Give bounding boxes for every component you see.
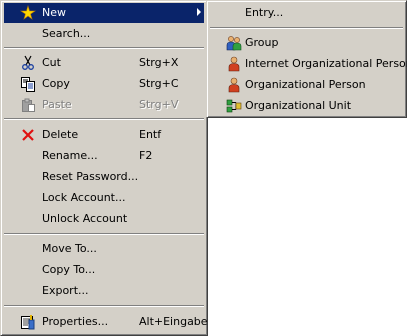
- menu-item-label: Export...: [42, 284, 89, 297]
- menu-item-reset-password[interactable]: Reset Password...: [4, 167, 204, 187]
- menu-separator: [210, 27, 403, 29]
- menu-item-label: Organizational Person: [245, 78, 366, 91]
- submenu-item-entry[interactable]: Entry...: [210, 3, 403, 23]
- shortcut-label: Entf: [139, 128, 162, 141]
- menu-item-label: Group: [245, 36, 279, 49]
- menu-item-search[interactable]: Search...: [4, 24, 204, 44]
- menu-item-copy[interactable]: Copy Strg+C: [4, 74, 204, 94]
- menu-item-label: Delete: [42, 128, 79, 141]
- menu-item-label: Move To...: [42, 242, 97, 255]
- menu-item-cut[interactable]: Cut Strg+X: [4, 53, 204, 73]
- menu-item-move-to[interactable]: Move To...: [4, 239, 204, 259]
- menu-separator: [4, 118, 204, 120]
- menu-item-properties[interactable]: Properties... Alt+Eingabe: [4, 312, 208, 332]
- submenu-arrow-icon: [197, 8, 201, 16]
- shortcut-label: Strg+X: [139, 56, 179, 69]
- menu-separator: [4, 305, 204, 307]
- menu-item-label: Copy: [42, 77, 70, 90]
- person-icon: [226, 77, 242, 93]
- shortcut-label: F2: [139, 149, 153, 162]
- menu-item-label: Search...: [42, 27, 91, 40]
- copy-icon: [20, 76, 36, 92]
- menu-separator: [4, 233, 204, 235]
- submenu-new: Entry... Group Internet Organizational P…: [206, 0, 407, 118]
- menu-item-label: Cut: [42, 56, 61, 69]
- organizational-unit-icon: [226, 98, 242, 114]
- menu-item-new[interactable]: New: [4, 3, 204, 23]
- context-menu: New Search... Cut Strg+X Copy Strg+C Pas…: [0, 0, 208, 336]
- menu-item-label: Organizational Unit: [245, 99, 352, 112]
- menu-item-label: Rename...: [42, 149, 98, 162]
- menu-item-delete[interactable]: Delete Entf: [4, 125, 204, 145]
- menu-item-label: Unlock Account: [42, 212, 128, 225]
- menu-item-export[interactable]: Export...: [4, 281, 204, 301]
- menu-item-label: Entry...: [245, 6, 284, 19]
- menu-item-label: Reset Password...: [42, 170, 139, 183]
- submenu-item-organizational-person[interactable]: Organizational Person: [210, 75, 403, 95]
- delete-x-icon: [20, 127, 36, 143]
- menu-item-label: Copy To...: [42, 263, 96, 276]
- group-icon: [226, 35, 242, 51]
- person-icon: [226, 56, 242, 72]
- scissors-icon: [20, 55, 36, 71]
- menu-item-label: New: [42, 6, 66, 19]
- new-star-icon: [20, 4, 36, 21]
- menu-item-lock-account[interactable]: Lock Account...: [4, 188, 204, 208]
- submenu-item-group[interactable]: Group: [210, 33, 403, 53]
- submenu-item-internet-organizational-person[interactable]: Internet Organizational Person: [210, 54, 407, 74]
- shortcut-label: Alt+Eingabe: [139, 315, 208, 328]
- shortcut-label: Strg+C: [139, 77, 179, 90]
- paste-icon: [20, 97, 36, 113]
- menu-item-paste[interactable]: Paste Strg+V: [4, 95, 204, 115]
- menu-item-unlock-account[interactable]: Unlock Account: [4, 209, 204, 229]
- menu-item-rename[interactable]: Rename... F2: [4, 146, 204, 166]
- menu-item-copy-to[interactable]: Copy To...: [4, 260, 204, 280]
- submenu-item-organizational-unit[interactable]: Organizational Unit: [210, 96, 403, 116]
- menu-item-label: Internet Organizational Person: [245, 57, 407, 70]
- menu-separator: [4, 47, 204, 49]
- menu-item-label: Properties...: [42, 315, 109, 328]
- menu-item-label: Lock Account...: [42, 191, 126, 204]
- shortcut-label: Strg+V: [139, 98, 179, 111]
- properties-icon: [20, 314, 36, 330]
- menu-item-label: Paste: [42, 98, 72, 111]
